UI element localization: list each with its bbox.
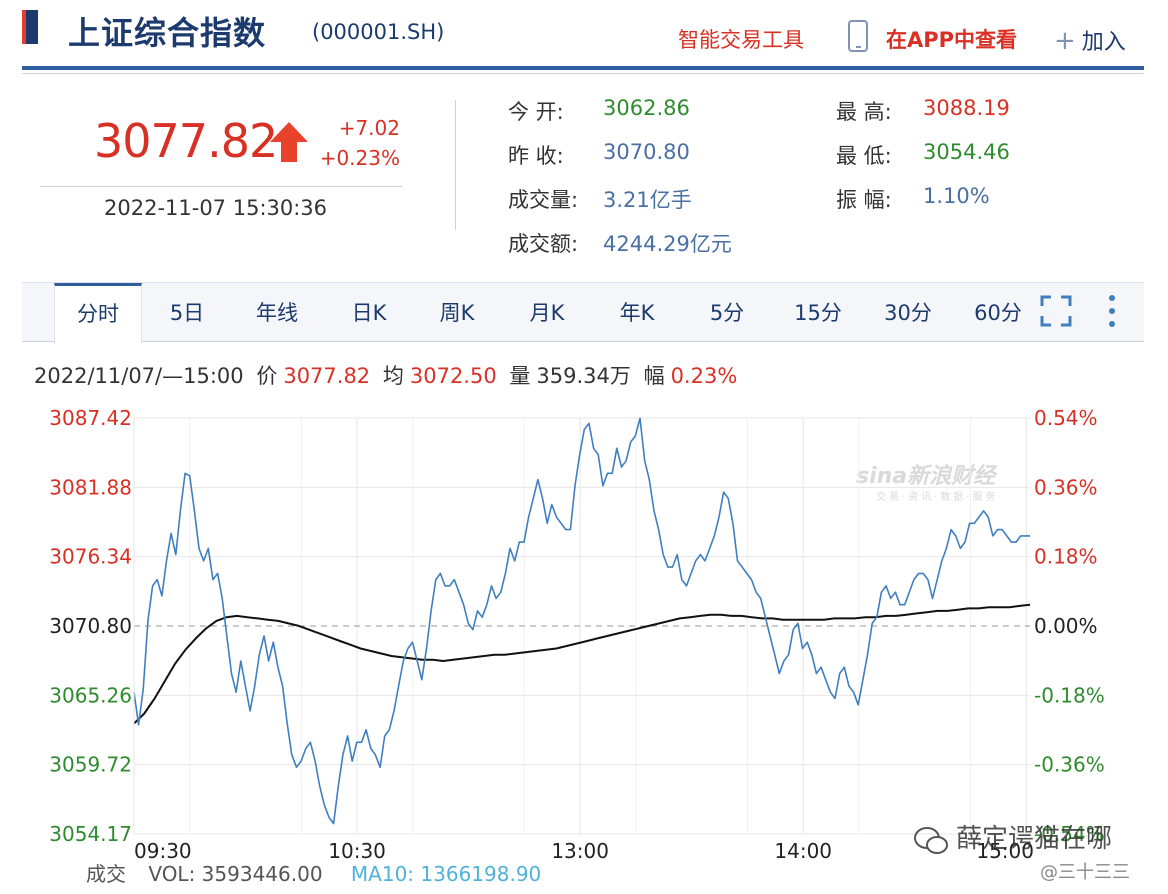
volume-indicator: 成交 VOL: 3593446.00 MA10: 1366198.90 [86, 858, 541, 887]
stat-open-label: 今 开: [508, 100, 564, 124]
stat-turnover-label: 成交额: [508, 232, 579, 256]
info-price: 3077.82 [283, 364, 371, 388]
plus-icon: + [1054, 26, 1076, 56]
info-amp-label: 幅 [643, 364, 665, 388]
y-tick-label-right: 0.00% [1034, 614, 1098, 638]
view-in-app-link[interactable]: 在APP中查看 [886, 24, 1017, 54]
volume-ma10: MA10: 1366198.90 [350, 862, 542, 886]
tab-intraday[interactable]: 分时 [54, 283, 142, 344]
quote-datetime: 2022-11-07 15:30:36 [104, 196, 328, 220]
wechat-watermark: 薛定谔猫在哪 [956, 824, 1113, 854]
info-avg-label: 均 [382, 364, 404, 388]
stat-prev-close-value: 3070.80 [603, 140, 690, 164]
y-tick-label-left: 3059.72 [49, 753, 132, 777]
stat-low-label: 最 低: [836, 144, 892, 168]
y-tick-label-right: 0.36% [1034, 475, 1098, 499]
tab-year-line[interactable]: 年线 [240, 283, 314, 343]
stat-high-value: 3088.19 [923, 96, 1010, 120]
tab-monthly-k[interactable]: 月K [510, 283, 584, 343]
info-time: 2022/11/07/—15:00 [34, 364, 244, 388]
y-tick-label-left: 3065.26 [49, 683, 132, 707]
stat-open-value: 3062.86 [603, 96, 690, 120]
info-vol-label: 量 [509, 364, 531, 388]
tab-30min[interactable]: 30分 [868, 283, 948, 343]
stat-turnover-value: 4244.29亿元 [603, 232, 732, 256]
tab-5min[interactable]: 5分 [690, 283, 764, 343]
y-tick-label-left: 3087.42 [49, 406, 132, 430]
price-line [133, 417, 1030, 825]
tab-60min[interactable]: 60分 [958, 283, 1038, 343]
stat-low-value: 3054.46 [923, 140, 1010, 164]
volume-label: 成交 [86, 862, 126, 886]
y-tick-label-left: 3070.80 [49, 614, 132, 638]
fullscreen-icon[interactable] [1040, 295, 1072, 327]
brand-flag-icon [22, 10, 38, 44]
average-price-line [133, 603, 1031, 725]
info-vol: 359.34万 [536, 364, 631, 388]
y-tick-label-right: -0.36% [1034, 753, 1105, 777]
tab-daily-k[interactable]: 日K [332, 283, 406, 343]
index-code: (000001.SH) [312, 20, 445, 44]
price-change-pct: +0.23% [319, 146, 400, 170]
stat-amplitude-value: 1.10% [923, 184, 990, 208]
add-to-watchlist-button[interactable]: + 加入 [1054, 24, 1126, 56]
y-tick-label-right: 0.54% [1034, 406, 1098, 430]
divider [455, 100, 456, 230]
phone-icon[interactable] [848, 20, 868, 52]
current-price: 3077.82 [94, 114, 278, 168]
info-avg: 3072.50 [409, 364, 497, 388]
tab-5day[interactable]: 5日 [152, 283, 222, 343]
smart-trading-tools-link[interactable]: 智能交易工具 [678, 24, 804, 54]
volume-value: VOL: 3593446.00 [148, 862, 323, 886]
title-bar: 上证综合指数 (000001.SH) 智能交易工具 在APP中查看 + 加入 [22, 0, 1144, 74]
tab-yearly-k[interactable]: 年K [600, 283, 674, 343]
wechat-icon [914, 827, 948, 854]
y-tick-label-left: 3081.88 [49, 475, 132, 499]
index-name: 上证综合指数 [68, 14, 267, 52]
divider [40, 186, 402, 187]
info-price-label: 价 [256, 364, 278, 388]
y-tick-label-right: -0.18% [1034, 683, 1105, 707]
add-label: 加入 [1081, 30, 1126, 55]
stat-volume-label: 成交量: [508, 188, 579, 212]
tab-15min[interactable]: 15分 [778, 283, 858, 343]
y-tick-label-right: 0.18% [1034, 545, 1098, 569]
crosshair-info-line: 2022/11/07/—15:00 价 3077.82 均 3072.50 量 359… [34, 360, 743, 390]
chart-period-tabs: 分时 5日 年线 日K 周K 月K 年K 5分 15分 30分 60分 [22, 282, 1144, 344]
stat-prev-close-label: 昨 收: [508, 144, 564, 168]
tab-weekly-k[interactable]: 周K [420, 283, 494, 343]
stat-volume-value: 3.21亿手 [603, 188, 692, 212]
y-tick-label-left: 3054.17 [49, 822, 132, 846]
stat-high-label: 最 高: [836, 100, 892, 124]
y-tick-label-left: 3076.34 [49, 545, 132, 569]
wechat-watermark-sub: @三十三三 [1040, 862, 1130, 883]
price-change: +7.02 [338, 116, 400, 140]
stat-amplitude-label: 振 幅: [836, 188, 892, 212]
x-tick-label: 13:00 [551, 839, 609, 863]
x-tick-label: 14:00 [774, 839, 832, 863]
info-amp: 0.23% [670, 364, 738, 388]
more-options-icon[interactable] [1106, 293, 1118, 329]
